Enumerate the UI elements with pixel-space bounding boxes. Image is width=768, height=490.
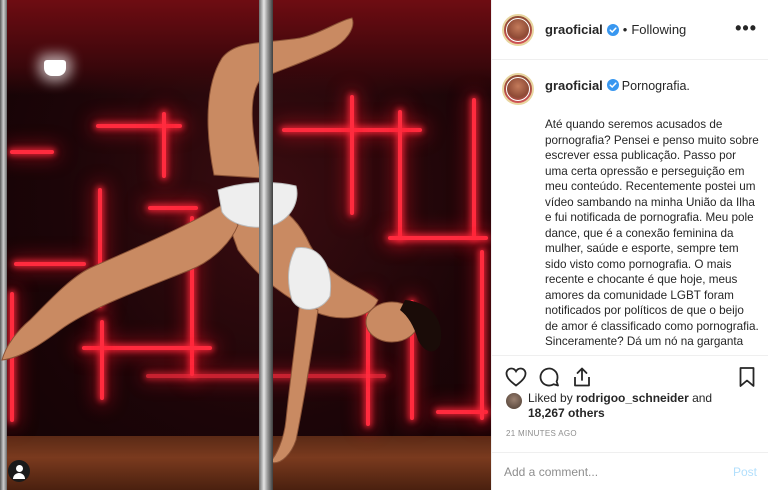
liker-avatar[interactable] (506, 393, 522, 409)
post-timestamp[interactable]: 21 MINUTES AGO (506, 429, 577, 438)
liked-by-text: Liked by rodrigoo_schneider and 18,267 o… (528, 391, 766, 421)
bookmark-icon[interactable] (735, 365, 759, 389)
action-bar (492, 355, 768, 395)
caption-title: Pornografia. (621, 79, 690, 93)
liked-by-and: and (692, 391, 713, 405)
share-icon[interactable] (570, 365, 594, 389)
header-username[interactable]: graoficial (545, 22, 603, 37)
likes-count[interactable]: 18,267 others (528, 406, 605, 420)
post-photo[interactable] (0, 0, 491, 490)
verified-badge-icon (606, 23, 619, 36)
dance-pole (259, 0, 273, 490)
user-icon-body (13, 473, 25, 479)
verified-badge-icon (606, 79, 619, 91)
post-side-panel: graoficial • Following ••• graoficial Po… (491, 0, 768, 490)
tagged-user-icon[interactable] (8, 460, 30, 482)
more-options-button[interactable]: ••• (735, 19, 757, 37)
user-icon-head (15, 465, 23, 472)
caption-text: Até quando seremos acusados de pornograf… (545, 118, 759, 348)
caption-area: graoficial Pornografia. Até quando serem… (492, 61, 768, 355)
dancer-figure (1, 17, 442, 464)
liked-by-user[interactable]: rodrigoo_schneider (576, 391, 689, 405)
separator-dot: • (622, 22, 628, 37)
caption-avatar[interactable] (502, 73, 534, 105)
following-button[interactable]: Following (631, 22, 686, 37)
heart-icon[interactable] (504, 365, 528, 389)
post-header: graoficial • Following ••• (492, 0, 768, 60)
avatar[interactable] (502, 13, 534, 46)
comment-input[interactable] (504, 464, 733, 479)
caption-header: graoficial Pornografia. (502, 73, 759, 105)
post-comment-button[interactable]: Post (733, 465, 757, 479)
liked-by-prefix: Liked by (528, 391, 573, 405)
comment-icon[interactable] (537, 365, 561, 389)
liked-by: Liked by rodrigoo_schneider and 18,267 o… (506, 391, 766, 421)
caption-username[interactable]: graoficial (545, 78, 603, 93)
comment-bar: Post (492, 452, 768, 490)
caption-title-line: graoficial Pornografia. (545, 78, 690, 93)
